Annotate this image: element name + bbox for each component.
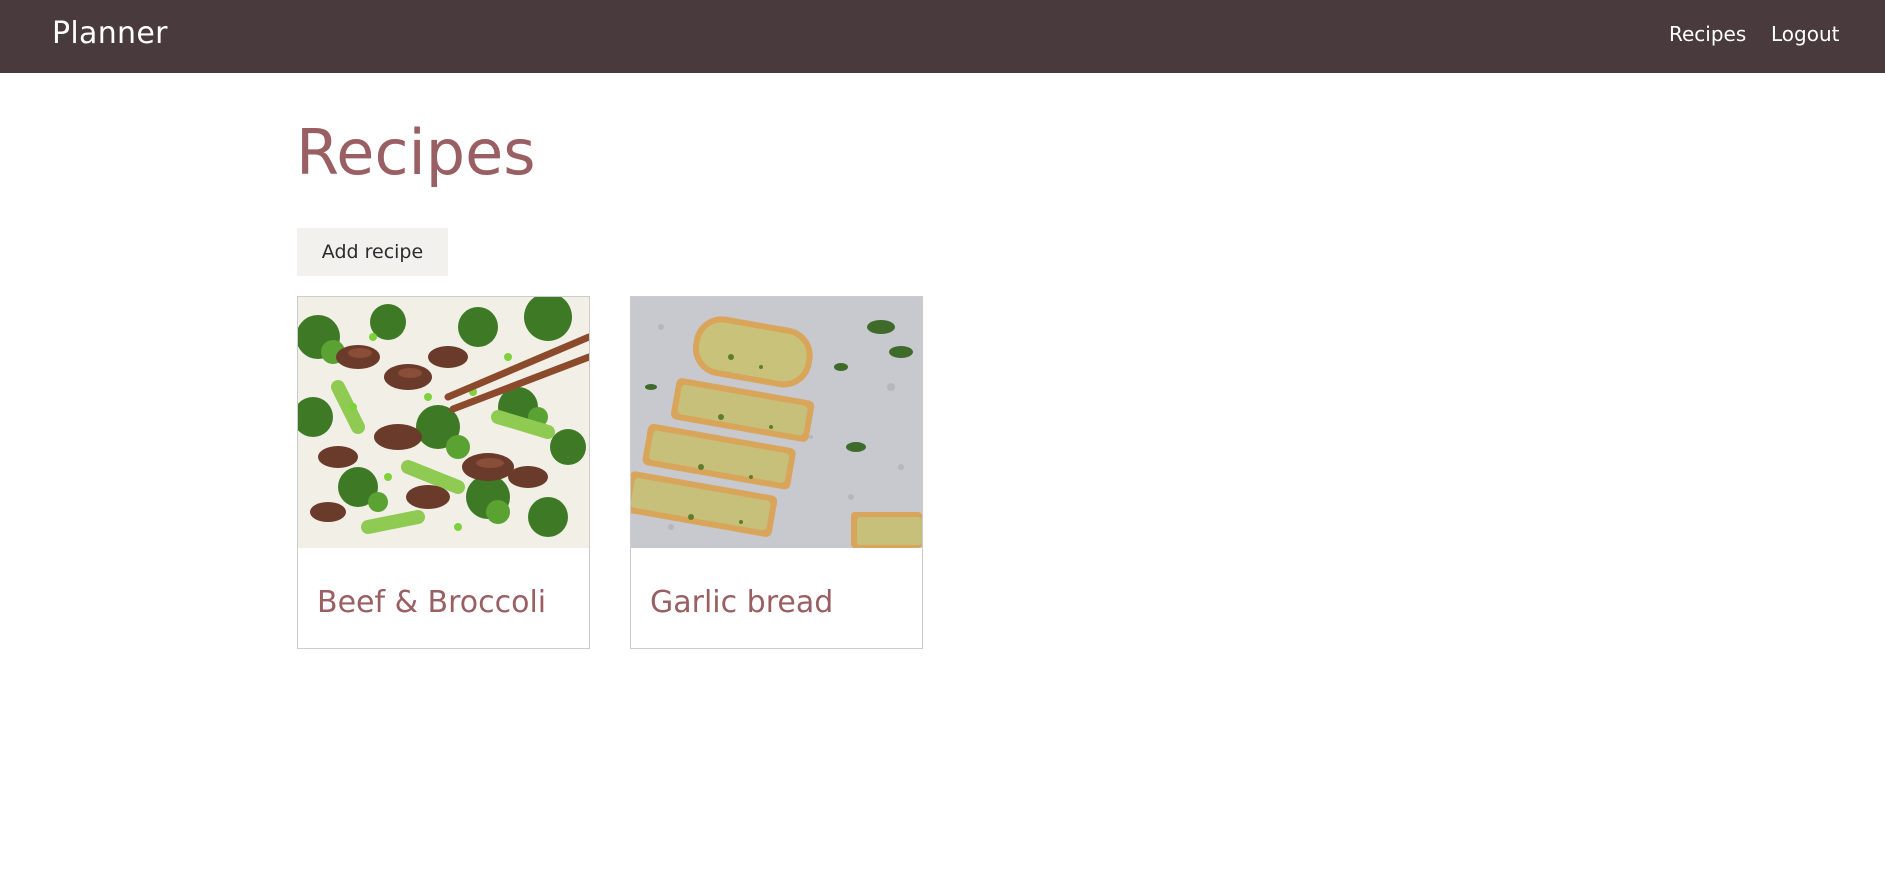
- recipe-card[interactable]: Beef & Broccoli: [297, 296, 590, 649]
- brand-logo-text[interactable]: Planner: [52, 15, 168, 53]
- nav-link-recipes[interactable]: Recipes: [1669, 21, 1746, 47]
- add-recipe-button[interactable]: Add recipe: [297, 228, 448, 276]
- recipe-card-title[interactable]: Beef & Broccoli: [317, 584, 546, 622]
- recipe-card[interactable]: Garlic bread: [630, 296, 923, 649]
- recipe-card-title[interactable]: Garlic bread: [650, 584, 833, 622]
- top-navbar: Planner Recipes Logout: [0, 0, 1885, 73]
- recipe-image-garlic-bread: [631, 297, 922, 548]
- recipe-image-beef-broccoli: [298, 297, 589, 548]
- nav-link-logout[interactable]: Logout: [1771, 21, 1839, 47]
- page-title: Recipes: [296, 116, 536, 189]
